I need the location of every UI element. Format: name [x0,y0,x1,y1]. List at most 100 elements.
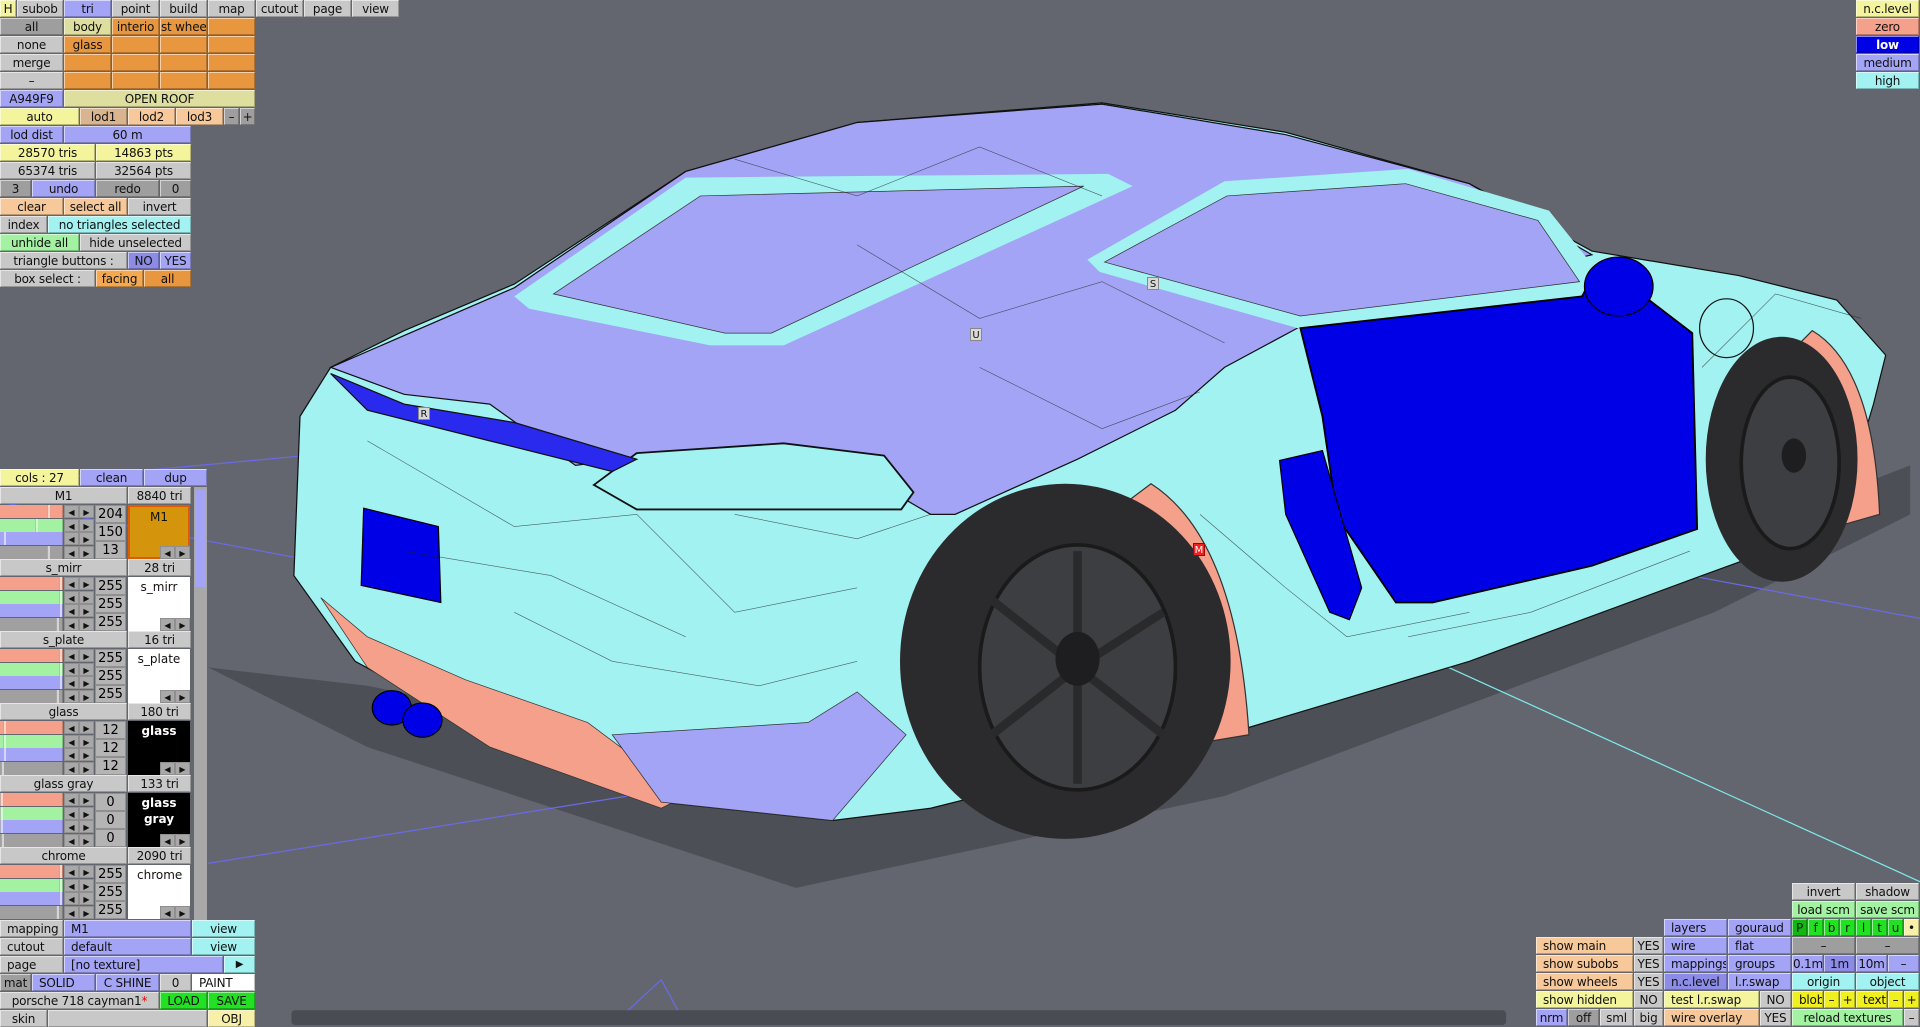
wire-button[interactable]: wire [1664,937,1727,954]
group-body[interactable]: body [64,18,111,35]
group-empty[interactable] [112,72,159,89]
mappings-button[interactable]: mappings [1664,955,1727,972]
flat-button[interactable]: flat [1728,937,1791,954]
preview-prev-arrow-icon[interactable]: ◀ [160,762,175,775]
red-value[interactable]: 255 [95,577,126,595]
box-select-facing[interactable]: facing [96,270,143,287]
gouraud-button[interactable]: gouraud [1728,919,1791,936]
decrease-arrow-icon[interactable]: ◀ [64,649,79,662]
cutout-view-button[interactable]: view [192,938,255,955]
show-wheels-value[interactable]: YES [1634,973,1663,990]
tab-tri[interactable]: tri [64,0,111,17]
origin-button[interactable]: origin [1792,973,1855,990]
blue-slider-handle[interactable] [3,532,6,545]
group-empty[interactable] [160,72,207,89]
material-name[interactable]: s_mirr [0,559,127,576]
paint-button[interactable]: PAINT [192,974,255,991]
blue-value[interactable]: 13 [95,541,126,559]
increase-arrow-icon[interactable]: ▶ [79,793,94,806]
group-empty[interactable] [160,54,207,71]
red-slider-handle[interactable] [0,793,3,806]
material-scrollbar-thumb[interactable] [195,490,206,587]
reload-minus-button[interactable]: – [1904,1009,1919,1026]
decrease-arrow-icon[interactable]: ◀ [64,545,79,559]
group-glass[interactable]: glass [64,36,111,53]
unhide-all-button[interactable]: unhide all [0,234,79,251]
shine-slider[interactable] [0,833,63,847]
decrease-arrow-icon[interactable]: ◀ [64,833,79,847]
solid-button[interactable]: SOLID [32,974,95,991]
red-slider[interactable] [0,577,63,590]
invert-view-button[interactable]: invert [1792,883,1855,900]
undo-button[interactable]: undo [32,180,95,197]
green-value[interactable]: 150 [95,523,126,541]
decrease-arrow-icon[interactable]: ◀ [64,721,79,734]
cutout-value[interactable]: default [64,938,191,955]
decrease-arrow-icon[interactable]: ◀ [64,577,79,590]
nc-level-high[interactable]: high [1856,72,1919,89]
green-value[interactable]: 255 [95,595,126,613]
view-dot-button[interactable]: • [1904,919,1919,936]
red-slider-handle[interactable] [59,865,62,878]
increase-arrow-icon[interactable]: ▶ [79,505,94,518]
show-subobs-button[interactable]: show subobs [1536,955,1633,972]
increase-arrow-icon[interactable]: ▶ [79,734,94,748]
show-subobs-value[interactable]: YES [1634,955,1663,972]
decrease-arrow-icon[interactable]: ◀ [64,806,79,820]
grid-minus-button[interactable]: – [1888,955,1919,972]
material-item[interactable]: glass 180 tri ◀ ▶ ◀ ▶ ◀ ▶ ◀ ▶ 12 12 12 glas… [0,703,193,775]
preview-next-arrow-icon[interactable]: ▶ [175,690,190,703]
blue-value[interactable]: 12 [95,757,126,775]
increase-arrow-icon[interactable]: ▶ [79,689,94,703]
increase-arrow-icon[interactable]: ▶ [79,892,94,905]
red-slider[interactable] [0,865,63,878]
shine-slider[interactable] [0,761,63,775]
select-all-subobs-button[interactable]: all [0,18,63,35]
3d-viewport[interactable] [0,0,1920,1025]
select-none-button[interactable]: none [0,36,63,53]
group-empty[interactable] [160,36,207,53]
increase-arrow-icon[interactable]: ▶ [79,878,94,892]
preview-prev-arrow-icon[interactable]: ◀ [160,546,175,559]
blue-slider[interactable] [0,748,63,761]
increase-arrow-icon[interactable]: ▶ [79,820,94,833]
blue-value[interactable]: 255 [95,685,126,703]
wire-overlay-button[interactable]: wire overlay [1664,1009,1759,1026]
decrease-arrow-icon[interactable]: ◀ [64,905,79,919]
material-name[interactable]: s_plate [0,631,127,648]
file-name[interactable]: porsche 718 cayman1* [0,992,159,1009]
decrease-arrow-icon[interactable]: ◀ [64,676,79,689]
tab-cutout[interactable]: cutout [256,0,303,17]
red-slider[interactable] [0,793,63,806]
load-button[interactable]: LOAD [160,992,207,1009]
show-main-button[interactable]: show main [1536,937,1633,954]
view-back-button[interactable]: b [1824,919,1839,936]
hide-unselected-button[interactable]: hide unselected [80,234,191,251]
red-value[interactable]: 12 [95,721,126,739]
material-item[interactable]: glass gray 133 tri ◀ ▶ ◀ ▶ ◀ ▶ ◀ ▶ 0 0 0 gl… [0,775,193,847]
text-minus-button[interactable]: – [1888,991,1903,1008]
blue-slider-handle[interactable] [3,748,6,761]
green-slider-handle[interactable] [59,878,62,892]
green-slider-handle[interactable] [3,734,6,748]
group-empty[interactable] [112,36,159,53]
decrease-arrow-icon[interactable]: ◀ [64,590,79,604]
increase-arrow-icon[interactable]: ▶ [79,761,94,775]
view-scrollbar[interactable] [291,1010,1507,1025]
red-slider[interactable] [0,649,63,662]
preview-prev-arrow-icon[interactable]: ◀ [160,834,175,847]
green-value[interactable]: 12 [95,739,126,757]
preview-next-arrow-icon[interactable]: ▶ [175,762,190,775]
increase-arrow-icon[interactable]: ▶ [79,649,94,662]
normals-small-button[interactable]: sml [1600,1009,1633,1026]
red-value[interactable]: 0 [95,793,126,811]
obj-button[interactable]: OBJ [208,1010,255,1027]
clean-materials-button[interactable]: clean [80,469,143,486]
blue-slider-handle[interactable] [59,892,62,905]
merge-button[interactable]: merge [0,54,63,71]
increase-arrow-icon[interactable]: ▶ [79,721,94,734]
clear-selection-button[interactable]: clear [0,198,63,215]
decrease-arrow-icon[interactable]: ◀ [64,617,79,631]
normals-off-button[interactable]: off [1568,1009,1599,1026]
increase-arrow-icon[interactable]: ▶ [79,676,94,689]
